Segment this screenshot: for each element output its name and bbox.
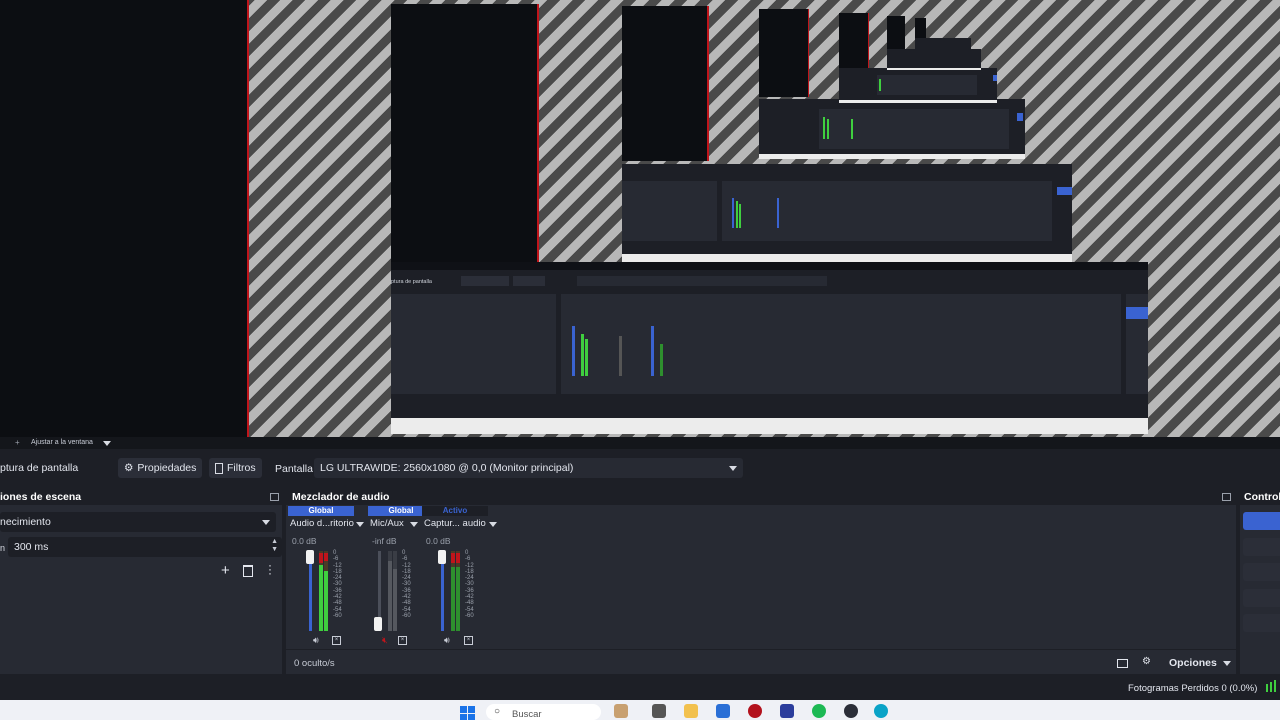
settings-icon[interactable]: × [464, 636, 473, 645]
mixer-channels: Global Audio d...ritorio 0.0 dB 0 -6 -12 -1… [288, 506, 498, 646]
studio-mode-button[interactable] [1243, 589, 1280, 607]
channel-menu-icon[interactable] [489, 522, 497, 527]
nested-capture-1: ptura de pantalla [391, 4, 1148, 434]
widget-icon[interactable] [614, 704, 628, 718]
advanced-properties-icon[interactable]: ⚙ [1142, 656, 1151, 667]
volume-slider-knob[interactable] [438, 550, 446, 564]
meter-scale: 0 -6 -12 -18 -24 -30 -36 -42 -48 -54 -60 [333, 550, 342, 619]
dock-title: Mezclador de audio [286, 489, 1236, 505]
dock-title: iones de escena [0, 489, 282, 505]
channel-name: Audio d...ritorio [290, 518, 354, 529]
virtual-camera-button[interactable] [1243, 563, 1280, 581]
level-meter [456, 551, 460, 631]
status-bar: Fotogramas Perdidos 0 (0.0%) [0, 676, 1280, 700]
settings-icon[interactable]: × [332, 636, 341, 645]
taskbar-search-box[interactable]: ○ Buscar [486, 704, 601, 720]
source-name: ptura de pantalla [0, 462, 79, 474]
level-meter [324, 551, 328, 631]
channel-tag: Global [288, 506, 354, 516]
hidden-count: 0 oculto/s [294, 658, 335, 669]
chevron-down-icon [262, 520, 270, 525]
source-toolbar: ptura de pantalla ⚙ Propiedades Filtros … [0, 449, 1280, 487]
channel-db: 0.0 dB [426, 536, 451, 546]
level-meter [393, 551, 397, 631]
search-icon: ○ [494, 706, 501, 717]
store-icon[interactable] [716, 704, 730, 718]
opera-icon[interactable] [748, 704, 762, 718]
scale-mode-dropdown[interactable] [103, 441, 111, 446]
channel-menu-icon[interactable] [410, 522, 418, 527]
source-selection-border [247, 0, 249, 437]
edge-icon[interactable] [874, 704, 888, 718]
filters-button[interactable]: Filtros [209, 458, 262, 478]
start-recording-button[interactable] [1243, 538, 1280, 556]
channel-name: Mic/Aux [370, 518, 404, 529]
task-view-icon[interactable] [652, 704, 666, 718]
app-icon[interactable] [780, 704, 794, 718]
duration-label-fragment: n [0, 543, 6, 553]
os-taskbar: ○ Buscar [0, 700, 1280, 720]
windows-start-icon[interactable] [460, 706, 476, 720]
preview-context-bar: + Ajustar a la ventana [0, 437, 1280, 449]
duration-spinbox[interactable]: 300 ms ▲ ▼ [8, 537, 282, 557]
obs-icon[interactable] [844, 704, 858, 718]
display-select[interactable]: LG ULTRAWIDE: 2560x1080 @ 0,0 (Monitor p… [314, 458, 743, 478]
transition-select[interactable]: necimiento [0, 512, 276, 532]
spotify-icon[interactable] [812, 704, 826, 718]
scene-transitions-dock: iones de escena necimiento n 300 ms ▲ ▼ +… [0, 489, 282, 674]
channel-tag: Activo [422, 506, 488, 516]
chevron-down-icon [1222, 660, 1231, 666]
captured-dark-area [0, 0, 248, 437]
volume-slider-knob[interactable] [374, 617, 382, 631]
volume-slider-knob[interactable] [306, 550, 314, 564]
signal-bars-icon [1266, 684, 1268, 692]
mixer-channel-audio-capture: Activo Captur... audio 0.0 dB 0 -6 -12 -18-… [422, 506, 497, 661]
muted-speaker-icon[interactable]: 🔇︎ [382, 635, 388, 646]
dock-title: Control [1240, 489, 1280, 505]
speaker-icon[interactable]: 🔊︎ [444, 635, 450, 646]
spin-arrows-icon[interactable]: ▲ ▼ [271, 538, 278, 554]
properties-button[interactable]: ⚙ Propiedades [118, 458, 203, 478]
scale-mode-label: Ajustar a la ventana [31, 439, 93, 446]
mixer-options-button[interactable]: Opciones [1169, 657, 1231, 669]
meter-scale: 0 -6 -12 -18 -24 -30 -36 -42 -48 -54 -60 [465, 550, 474, 619]
more-options-icon[interactable]: · · · [268, 559, 272, 579]
settings-icon[interactable]: × [398, 636, 407, 645]
dropped-frames: Fotogramas Perdidos 0 (0.0%) [1128, 683, 1258, 694]
mixer-channel-desktop-audio: Global Audio d...ritorio 0.0 dB 0 -6 -12 -1… [288, 506, 364, 661]
speaker-icon[interactable]: 🔊︎ [313, 635, 319, 646]
trash-icon[interactable] [243, 565, 253, 577]
level-meter [451, 551, 455, 631]
display-label: Pantalla [275, 463, 313, 475]
start-streaming-button[interactable] [1243, 512, 1280, 530]
meter-scale: 0 -6 -12 -18 -24 -30 -36 -42 -48 -54 -60 [402, 550, 411, 619]
settings-button[interactable] [1243, 614, 1280, 632]
gear-icon: ⚙ [124, 462, 134, 474]
channel-menu-icon[interactable] [356, 522, 364, 527]
file-explorer-icon[interactable] [684, 704, 698, 718]
channel-db: 0.0 dB [292, 536, 317, 546]
level-meter [388, 551, 392, 631]
level-meter [319, 551, 323, 631]
add-icon[interactable]: + [221, 562, 230, 579]
float-dock-icon[interactable] [1222, 493, 1231, 501]
channel-name: Captur... audio [424, 518, 486, 529]
layout-toggle-icon[interactable] [1117, 659, 1128, 668]
filter-icon [215, 462, 223, 474]
float-dock-icon[interactable] [270, 493, 279, 501]
audio-mixer-dock: Mezclador de audio Global Audio d...rito… [286, 489, 1236, 674]
plus-icon[interactable]: + [15, 438, 20, 447]
preview-canvas[interactable]: ptura de pantalla [0, 0, 1280, 437]
channel-db: -inf dB [372, 536, 397, 546]
chevron-down-icon [729, 466, 737, 471]
